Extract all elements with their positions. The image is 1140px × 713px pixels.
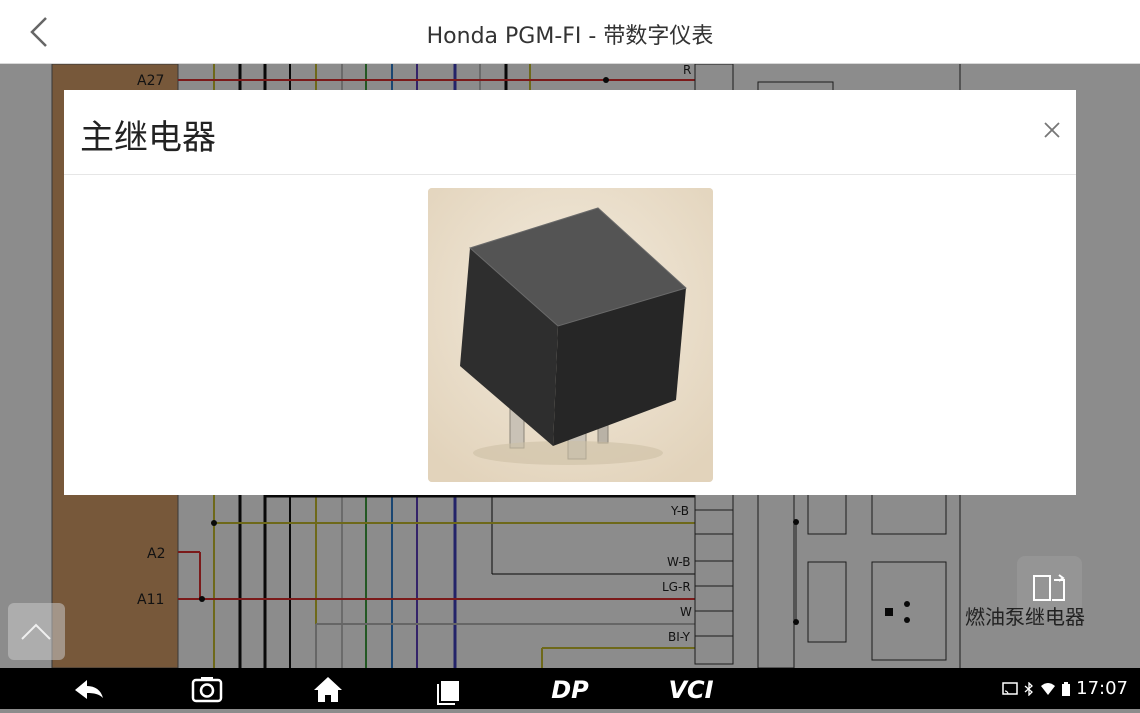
page-title: Honda PGM-FI - 带数字仪表: [426, 24, 714, 49]
app-header: Honda PGM-FI - 带数字仪表: [0, 0, 1140, 64]
modal-title: 主继电器: [80, 118, 216, 158]
recent-apps-icon: [437, 681, 459, 705]
svg-text:VCI: VCI: [668, 676, 713, 704]
camera-icon: [191, 677, 223, 703]
system-navbar: DP VCI 17:07: [0, 668, 1140, 709]
back-arrow-icon: [75, 680, 103, 699]
nav-recent-apps-button[interactable]: [420, 668, 480, 709]
nav-vci-button[interactable]: VCI: [656, 668, 726, 709]
nav-back-button[interactable]: [57, 668, 117, 709]
nav-home-button[interactable]: [298, 668, 358, 709]
cast-icon: [1002, 681, 1018, 695]
status-area: 17:07: [1002, 678, 1128, 699]
battery-icon: [1062, 681, 1071, 696]
modal-divider: [64, 174, 1076, 175]
dp-icon: DP: [551, 676, 589, 704]
bluetooth-icon: [1024, 681, 1034, 696]
nav-dp-button[interactable]: DP: [538, 668, 602, 709]
relay-photo: [428, 188, 713, 482]
home-icon: [314, 677, 342, 702]
close-icon: [1044, 122, 1060, 138]
scroll-top-button[interactable]: [8, 603, 65, 660]
wifi-icon: [1041, 682, 1056, 695]
close-button[interactable]: [1040, 118, 1064, 142]
component-modal: 主继电器: [64, 90, 1076, 495]
vci-icon: VCI: [668, 676, 713, 704]
nav-camera-button[interactable]: [177, 668, 237, 709]
chevron-up-icon: [21, 623, 51, 640]
clock-time: 17:07: [1076, 678, 1128, 699]
fuel-pump-relay-label[interactable]: 燃油泵继电器: [965, 601, 1085, 630]
relay-image: [428, 188, 713, 482]
svg-text:DP: DP: [551, 676, 589, 704]
